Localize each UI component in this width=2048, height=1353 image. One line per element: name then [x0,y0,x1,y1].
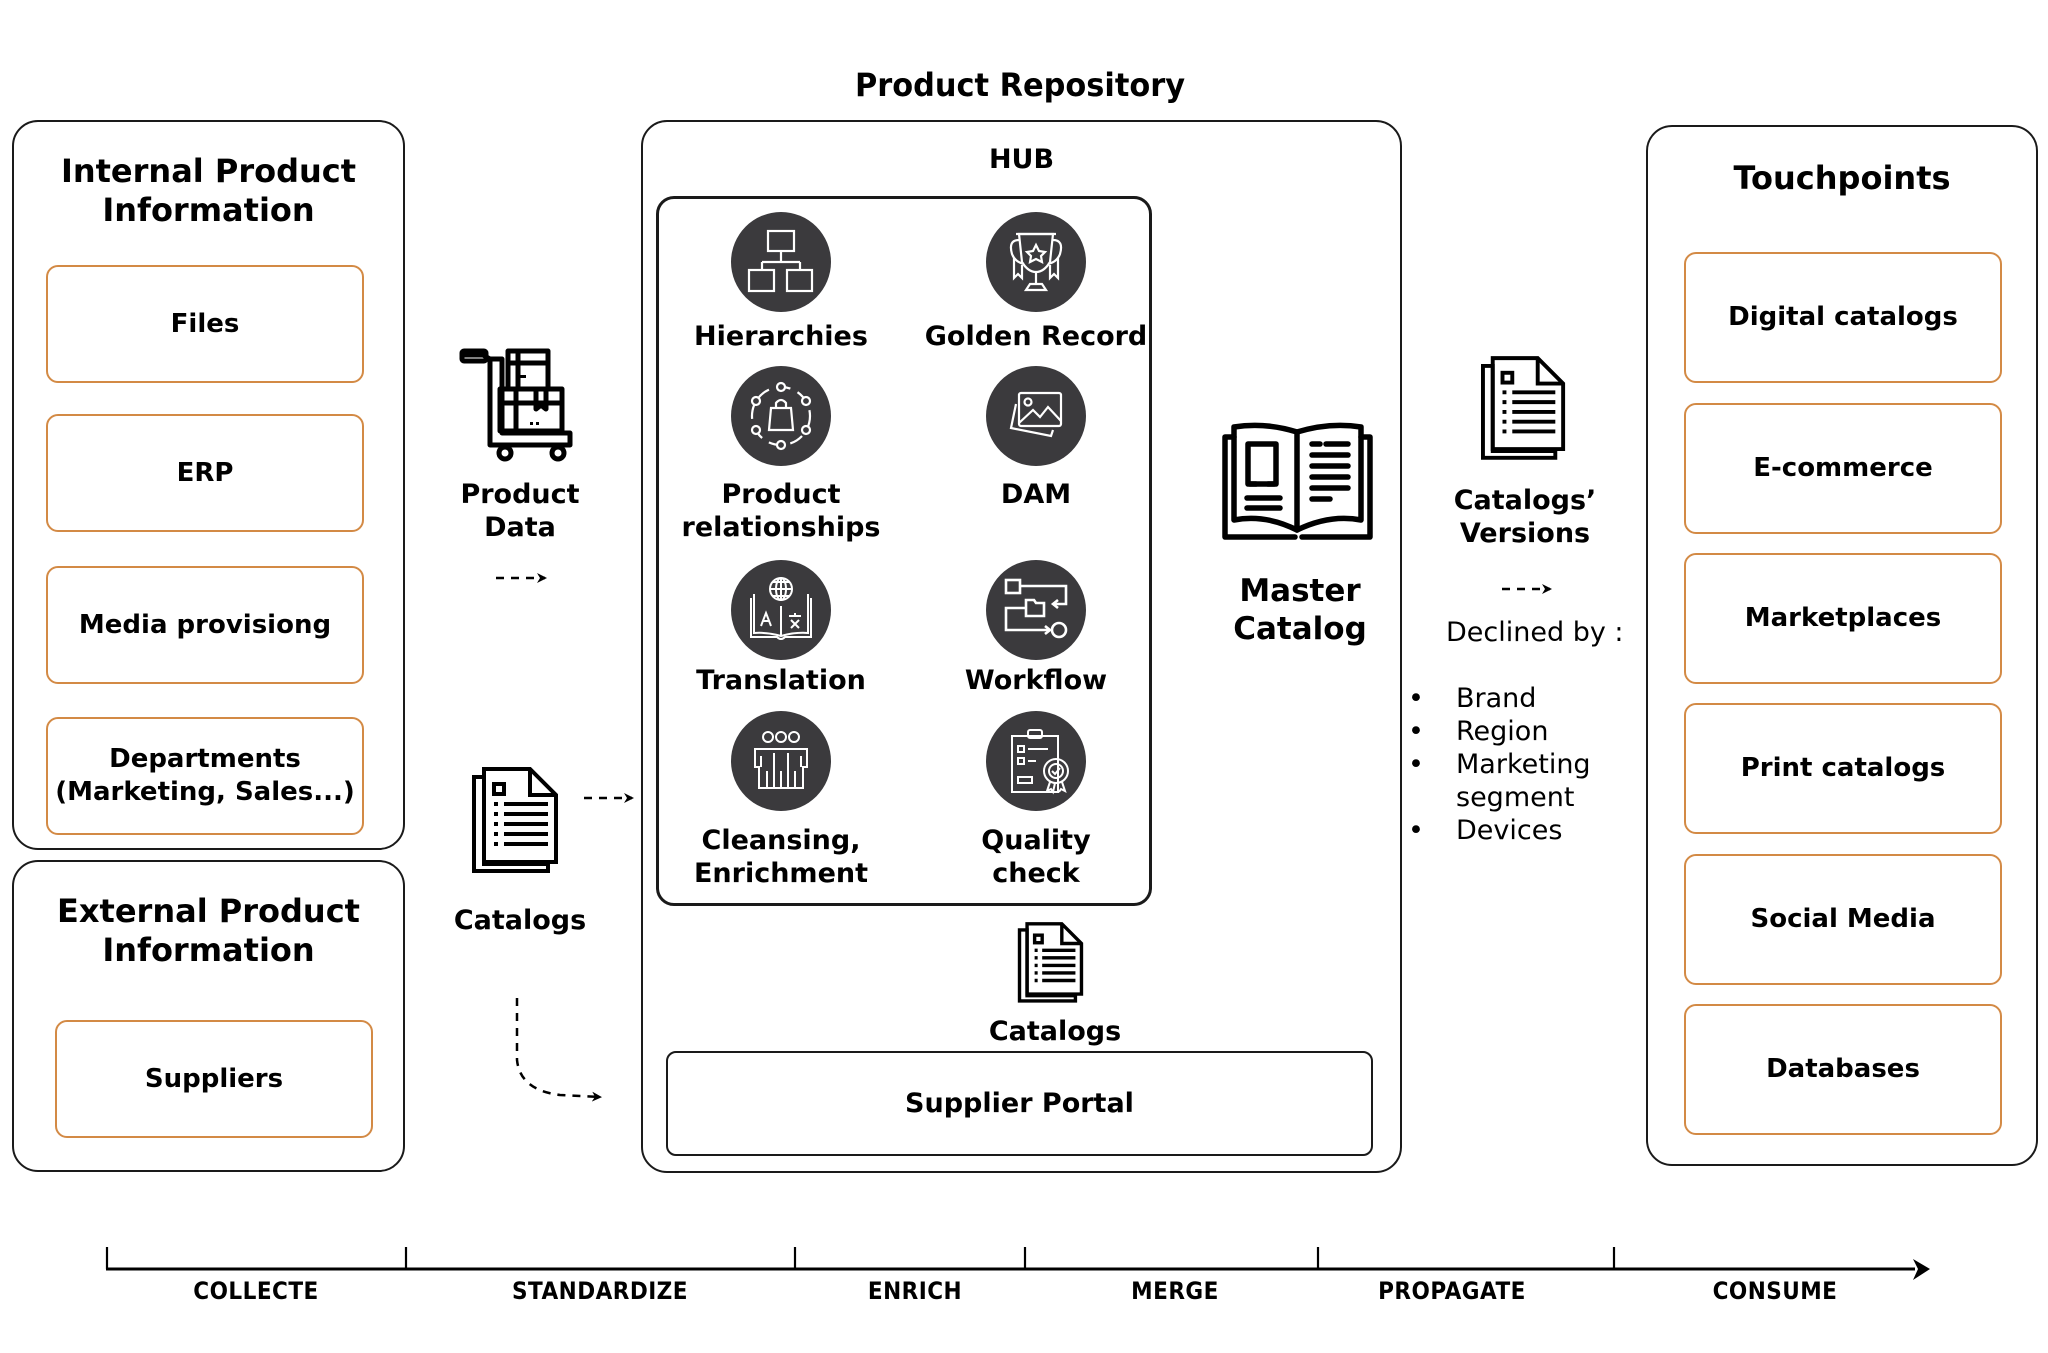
stage-enrich: ENRICH [867,1277,963,1305]
stage-consume: CONSUME [1712,1277,1838,1305]
timeline-arrowhead-icon [1913,1259,1930,1280]
stage-merge: MERGE [1131,1277,1219,1305]
stage-collecte: COLLECTE [193,1277,319,1305]
timeline-axis [105,1247,1930,1280]
stage-propagate: PROPAGATE [1378,1277,1526,1305]
stage-standardize: STANDARDIZE [511,1277,689,1305]
